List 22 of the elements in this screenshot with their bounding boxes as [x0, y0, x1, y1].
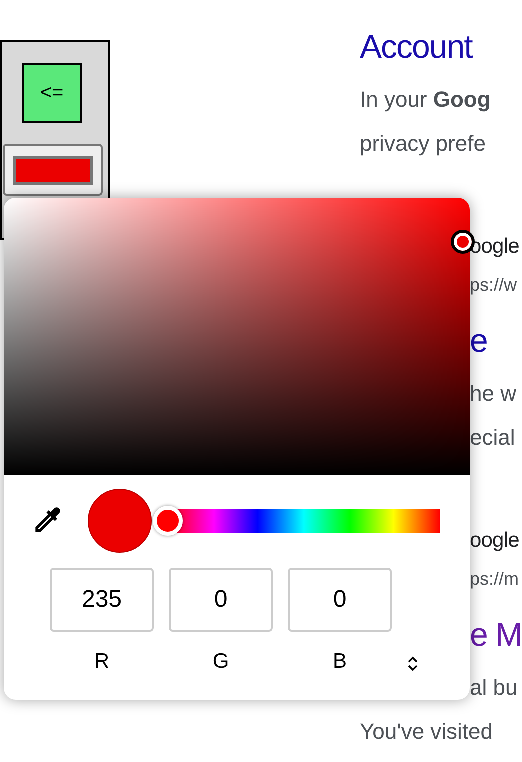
result-url: ps://w — [470, 275, 518, 295]
channel-input[interactable]: 0 — [169, 568, 273, 632]
result-snippet: In your Goog — [360, 87, 491, 112]
result-snippet: al bu — [470, 675, 518, 700]
channel-input[interactable]: 0 — [288, 568, 392, 632]
channel-label: G — [212, 650, 230, 674]
channel-input[interactable]: 235 — [50, 568, 154, 632]
result-snippet: he w — [470, 381, 516, 406]
result-title-link[interactable]: Account — [360, 28, 472, 65]
back-button[interactable]: <= — [22, 63, 82, 123]
result-url: ps://m — [470, 569, 520, 589]
result-snippet: privacy prefe — [360, 131, 486, 156]
result-title-link[interactable]: e — [470, 322, 488, 359]
result-site-name: oogle — [470, 529, 520, 552]
mode-toggle-icon[interactable] — [407, 654, 419, 674]
result-title-link[interactable]: e M — [470, 616, 522, 653]
saturation-brightness-area[interactable] — [4, 198, 470, 475]
channel-label: B — [332, 650, 347, 674]
result-snippet: You've visited — [360, 719, 494, 744]
result-snippet: ecial — [470, 425, 516, 450]
channel-label: R — [94, 650, 110, 674]
color-swatch-button[interactable] — [3, 144, 103, 196]
